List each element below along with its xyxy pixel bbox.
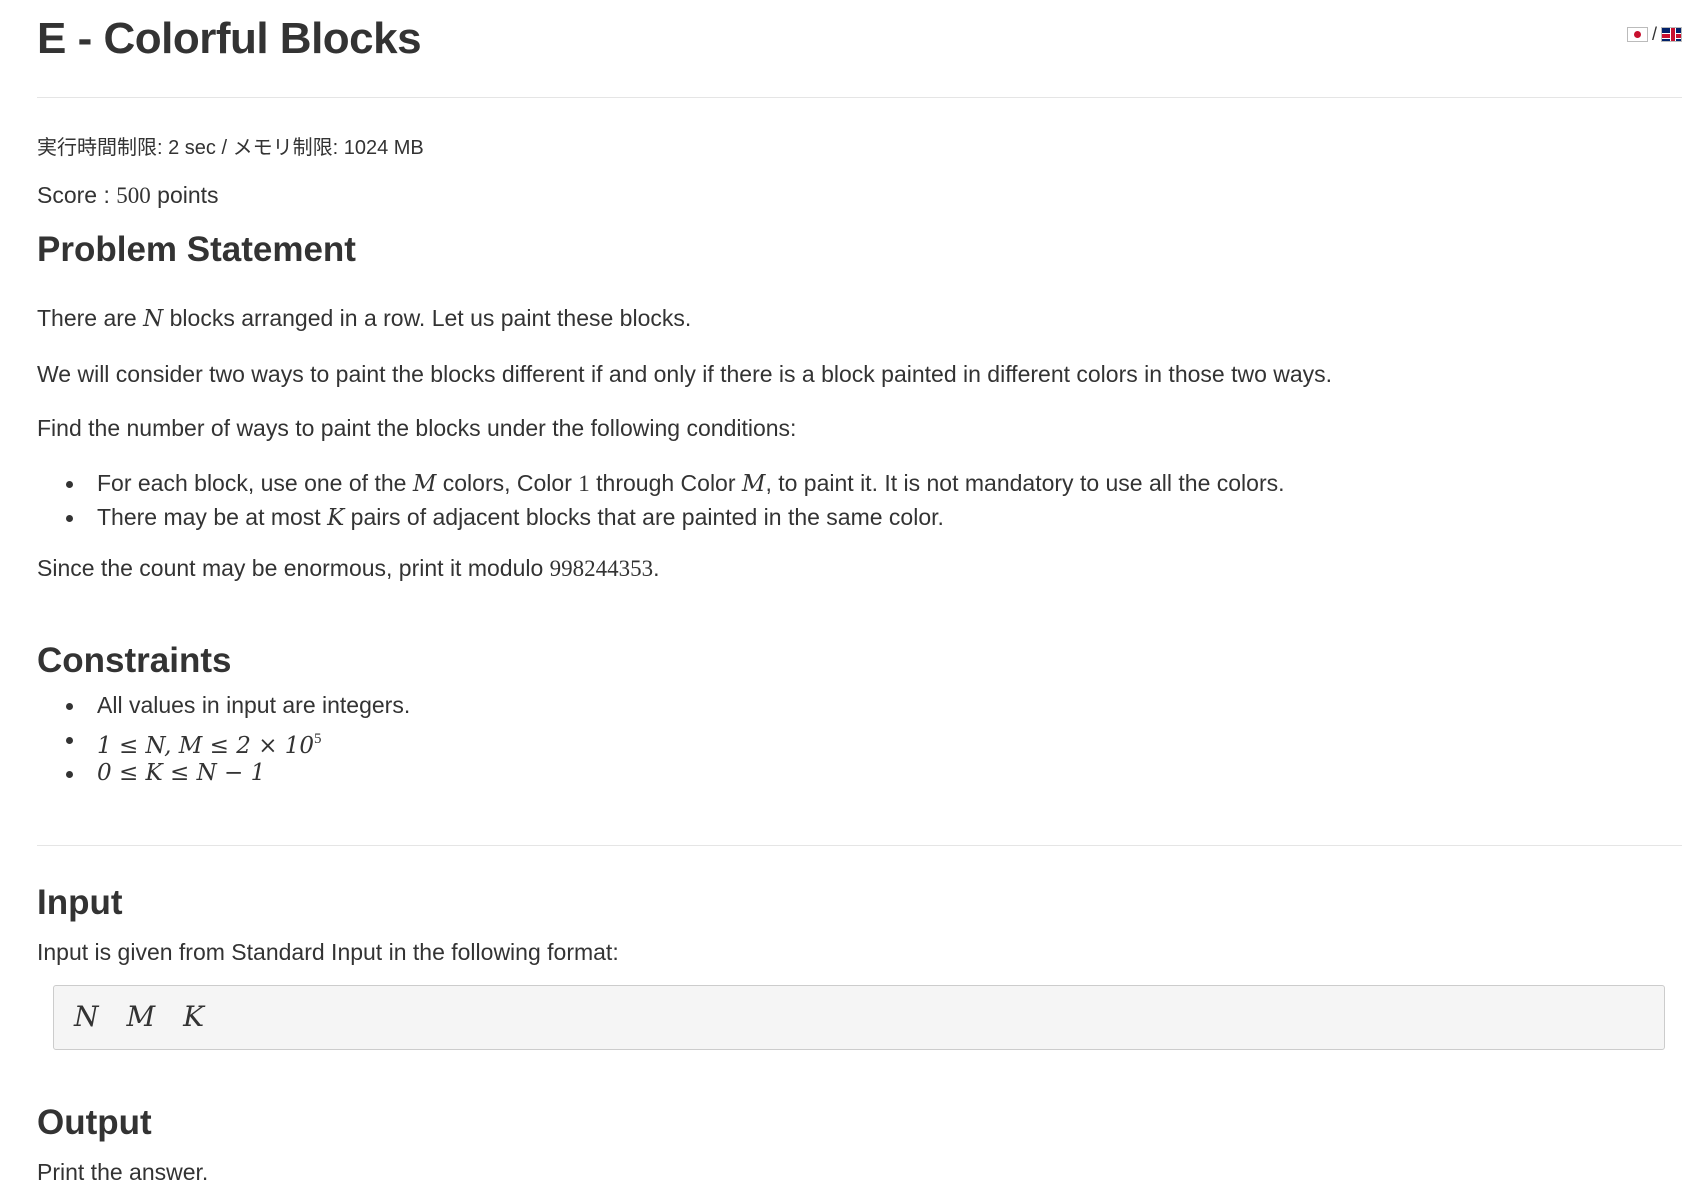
var-n: N [143,306,164,332]
score-prefix: Score : [37,182,117,208]
text: colors, Color [436,470,579,496]
header: E - Colorful Blocks / [37,0,1682,98]
num-1: 1 [578,471,590,496]
conditions-list: For each block, use one of the M colors,… [37,466,1285,534]
input-desc: Input is given from Standard Input in th… [37,939,619,965]
page-title: E - Colorful Blocks [37,14,422,63]
output-desc: Print the answer. [37,1159,209,1185]
text: pairs of adjacent blocks that are painte… [344,504,944,530]
section-divider [37,845,1682,846]
var-k: K [183,1000,205,1033]
text: There are [37,305,144,331]
text: Since the count may be enormous, print i… [37,555,550,581]
problem-p1: There are N blocks arranged in a row. Le… [37,305,691,332]
list-item: All values in input are integers. [37,688,410,722]
problem-p4: Since the count may be enormous, print i… [37,555,660,582]
output-heading: Output [37,1103,152,1142]
text: . [653,555,660,581]
modulo-value: 998244353 [549,556,654,581]
text: blocks arranged in a row. Let us paint t… [163,305,692,331]
superscript: 5 [314,731,322,747]
japan-flag-icon[interactable] [1626,27,1648,42]
list-item: 0 ≤ K ≤ N − 1 [37,756,410,790]
problem-p2: We will consider two ways to paint the b… [37,361,1333,387]
language-switcher: / [1626,24,1682,45]
uk-flag-icon[interactable] [1661,27,1682,42]
score-suffix: points [150,182,219,208]
constraints-heading: Constraints [37,641,232,680]
list-item: There may be at most K pairs of adjacent… [37,500,1285,534]
text: through Color [589,470,742,496]
problem-page: E - Colorful Blocks / 実行時間制限: 2 sec / メモ… [37,0,1682,1185]
var-n: N [74,1000,99,1033]
input-heading: Input [37,883,123,922]
list-item: 1 ≤ N, M ≤ 2 × 105 [37,722,410,759]
score: Score : 500 points [37,182,219,209]
constraints-list: All values in input are integers. 1 ≤ N,… [37,688,410,790]
text: 0 ≤ K ≤ N − 1 [97,760,266,786]
var-m: M [126,1000,156,1033]
problem-heading: Problem Statement [37,230,356,269]
text: For each block, use one of the [97,470,413,496]
text: , to paint it. It is not mandatory to us… [765,470,1285,496]
lang-separator: / [1651,24,1657,44]
text: There may be at most [97,504,328,530]
score-value: 500 [116,183,151,208]
var-m: M [412,471,437,497]
list-item: For each block, use one of the M colors,… [37,466,1285,500]
limits-text: 実行時間制限: 2 sec / メモリ制限: 1024 MB [37,137,424,159]
input-format-box: NMK [53,985,1665,1050]
problem-p3: Find the number of ways to paint the blo… [37,415,797,441]
var-k: K [327,505,345,531]
var-m: M [741,471,766,497]
text: All values in input are integers. [97,692,411,718]
